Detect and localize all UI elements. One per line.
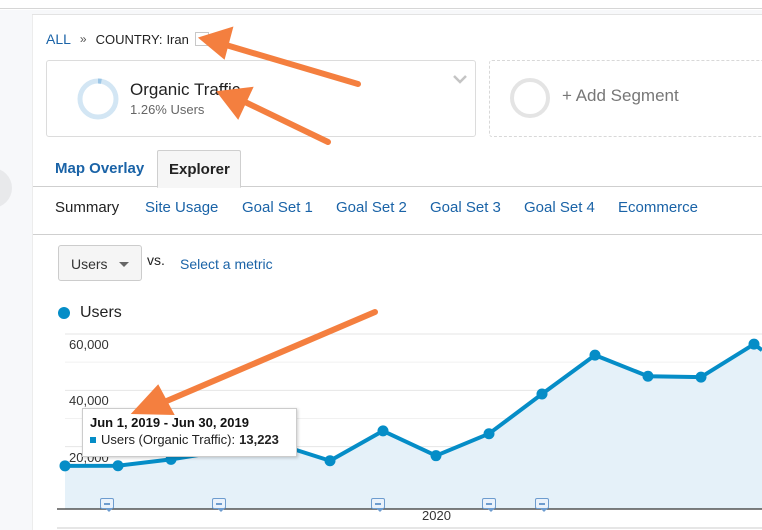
x-tick-label: 2020 [422,508,451,523]
subtab-goal-set-4[interactable]: Goal Set 4 [524,199,595,216]
data-point[interactable] [377,425,389,437]
rail-button[interactable] [0,168,12,208]
breadcrumb-all-link[interactable]: ALL [46,31,71,47]
annotation-marker-icon[interactable] [370,498,385,512]
chart-legend: Users [58,304,122,322]
y-tick-label: 60,000 [69,337,109,352]
subtab-summary[interactable]: Summary [55,199,119,216]
subtab-goal-set-1[interactable]: Goal Set 1 [242,199,313,216]
left-rail [0,10,32,530]
breadcrumb: ALL » COUNTRY: Iran [46,31,209,47]
data-point[interactable] [483,428,495,440]
tab-map-overlay[interactable]: Map Overlay [55,150,144,187]
metric-dropdown[interactable]: Users [58,245,142,281]
chevron-down-icon[interactable] [453,72,467,86]
breadcrumb-checkbox[interactable] [194,32,209,46]
subtab-ecommerce[interactable]: Ecommerce [618,199,698,216]
annotation-marker-icon[interactable] [482,498,496,512]
tooltip-series-swatch [90,436,96,443]
tooltip-series-label: Users (Organic Traffic): [101,432,236,447]
legend-label-users: Users [80,304,122,321]
empty-segment-icon [510,78,550,118]
tab-explorer[interactable]: Explorer [157,150,241,188]
select-metric-link[interactable]: Select a metric [180,256,273,272]
segment-card-organic-traffic[interactable]: Organic Traffic 1.26% Users [46,60,476,137]
data-point[interactable] [536,388,548,400]
tooltip-date: Jun 1, 2019 - Jun 30, 2019 [90,415,249,430]
data-point[interactable] [112,460,124,472]
view-tabs: Map Overlay Explorer [33,150,762,188]
annotation-marker-icon[interactable] [100,498,115,512]
data-point[interactable] [748,338,760,350]
annotation-marker-icon[interactable] [211,498,226,512]
metric-dropdown-value: Users [71,256,108,272]
subtab-goal-set-3[interactable]: Goal Set 3 [430,199,501,216]
add-segment-button[interactable]: + Add Segment [489,60,762,137]
subtab-site-usage[interactable]: Site Usage [145,199,218,216]
chart-tooltip: Jun 1, 2019 - Jun 30, 2019 Users (Organi… [82,408,297,457]
segment-donut-icon [77,78,119,120]
y-tick-label: 40,000 [69,393,109,408]
annotation-marker-icon[interactable] [535,498,549,512]
breadcrumb-dimension: COUNTRY: [95,31,163,47]
add-segment-label: + Add Segment [562,86,679,105]
breadcrumb-separator: » [79,32,87,46]
top-band [0,0,762,9]
caret-down-icon [119,262,129,267]
subtab-goal-set-2[interactable]: Goal Set 2 [336,199,407,216]
data-point[interactable] [324,455,336,467]
segment-subtitle: 1.26% Users [130,102,205,117]
data-point[interactable] [695,371,707,383]
data-point[interactable] [430,450,442,462]
breadcrumb-value: Iran [166,31,189,47]
tooltip-value: 13,223 [239,432,279,447]
vs-label: vs. [147,252,165,268]
explorer-subtabs: Summary Site Usage Goal Set 1 Goal Set 2… [33,187,762,235]
legend-dot-users [58,307,70,319]
data-point[interactable] [589,349,601,361]
segment-title: Organic Traffic [130,80,241,99]
data-point[interactable] [642,370,654,382]
